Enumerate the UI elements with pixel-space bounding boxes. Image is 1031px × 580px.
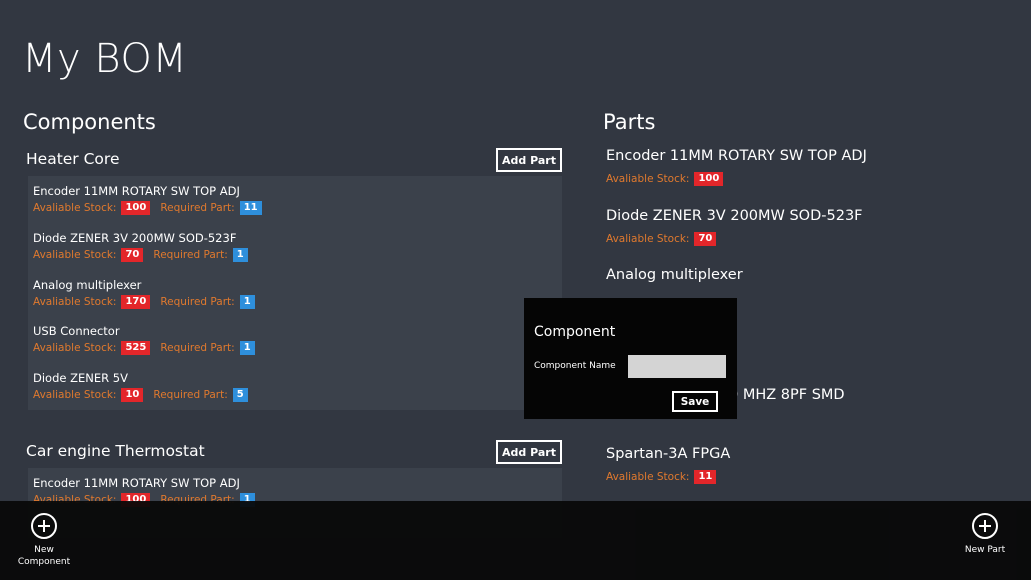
- stock-label: Avaliable Stock:: [606, 173, 690, 185]
- list-item[interactable]: Diode ZENER 5V Avaliable Stock: 10 Requi…: [28, 363, 562, 410]
- stock-label: Avaliable Stock:: [606, 232, 690, 245]
- new-part-button[interactable]: New Part: [952, 513, 1018, 556]
- save-button[interactable]: Save: [672, 391, 718, 412]
- required-label: Required Part:: [160, 295, 235, 308]
- new-component-label: New Component: [17, 545, 71, 567]
- stock-badge: 70: [694, 231, 717, 246]
- stock-row: Avaliable Stock: 100 Required Part: 11: [33, 201, 262, 215]
- required-badge: 5: [232, 388, 248, 403]
- required-badge: 1: [239, 341, 255, 356]
- component-part-list: Encoder 11MM ROTARY SW TOP ADJ Avaliable…: [28, 176, 562, 410]
- stock-label: Avaliable Stock:: [33, 202, 117, 214]
- component-name-input[interactable]: [628, 355, 726, 378]
- stock-badge: 100: [694, 172, 724, 186]
- stock-row: Avaliable Stock: 170 Required Part: 1: [33, 294, 255, 309]
- component-group-title: Heater Core: [26, 150, 120, 168]
- page-title: My BOM: [22, 36, 188, 82]
- list-item[interactable]: USB Connector Avaliable Stock: 525 Requi…: [28, 316, 562, 363]
- list-item[interactable]: Analog multiplexer Avaliable Stock: 170 …: [28, 270, 562, 317]
- part-name: Spartan-3A FPGA: [606, 446, 731, 463]
- required-label: Required Part:: [160, 202, 235, 214]
- part-name: USB Connector: [33, 324, 120, 339]
- required-badge: 1: [232, 247, 248, 262]
- part-name: Analog multiplexer: [606, 267, 743, 284]
- list-item[interactable]: Diode ZENER 3V 200MW SOD-523F Avaliable …: [606, 206, 1006, 266]
- new-component-button[interactable]: New Component: [11, 513, 77, 568]
- list-item[interactable]: Spartan-3A FPGA Avaliable Stock: 11: [606, 444, 1006, 504]
- stock-label: Avaliable Stock:: [33, 342, 117, 355]
- stock-badge: 525: [121, 341, 151, 356]
- add-icon: [972, 513, 998, 539]
- stock-label: Avaliable Stock:: [33, 389, 117, 402]
- stock-row: Avaliable Stock: 525 Required Part: 1: [33, 341, 255, 356]
- stock-badge: 100: [121, 201, 151, 215]
- component-group-title: Car engine Thermostat: [26, 442, 205, 460]
- list-item[interactable]: Encoder 11MM ROTARY SW TOP ADJ Avaliable…: [606, 146, 1006, 206]
- stock-label: Avaliable Stock:: [33, 295, 117, 308]
- part-name: Diode ZENER 3V 200MW SOD-523F: [606, 207, 863, 224]
- new-part-label: New Part: [964, 545, 1006, 555]
- part-name: Diode ZENER 5V: [33, 371, 128, 386]
- stock-badge: 70: [121, 247, 144, 262]
- required-label: Required Part:: [160, 342, 235, 355]
- stock-row: Avaliable Stock: 10 Required Part: 5: [33, 388, 248, 403]
- stock-label: Avaliable Stock:: [606, 471, 690, 484]
- part-name: 0 MHZ 8PF SMD: [729, 386, 845, 403]
- components-section-title: Components: [23, 110, 156, 134]
- add-icon: [31, 513, 57, 539]
- add-part-button[interactable]: Add Part: [496, 148, 562, 172]
- stock-badge: 10: [121, 388, 144, 403]
- list-item[interactable]: Encoder 11MM ROTARY SW TOP ADJ Avaliable…: [28, 176, 562, 223]
- part-name: Encoder 11MM ROTARY SW TOP ADJ: [33, 184, 240, 198]
- stock-row: Avaliable Stock: 70: [606, 231, 717, 246]
- required-badge: 1: [239, 294, 255, 309]
- add-part-button[interactable]: Add Part: [496, 440, 562, 464]
- stock-label: Avaliable Stock:: [33, 248, 117, 261]
- parts-section-title: Parts: [603, 110, 656, 134]
- required-label: Required Part:: [153, 248, 228, 261]
- list-item[interactable]: Diode ZENER 3V 200MW SOD-523F Avaliable …: [28, 223, 562, 270]
- required-label: Required Part:: [153, 389, 228, 402]
- stock-row: Avaliable Stock: 100: [606, 172, 724, 186]
- component-name-label: Component Name: [534, 361, 616, 371]
- app-bar: New Component New Part: [0, 501, 1031, 580]
- part-name: Analog multiplexer: [33, 277, 142, 292]
- dialog-title: Component: [534, 324, 616, 340]
- stock-badge: 170: [121, 294, 151, 309]
- part-name: Encoder 11MM ROTARY SW TOP ADJ: [606, 148, 867, 164]
- part-name: Encoder 11MM ROTARY SW TOP ADJ: [33, 476, 240, 490]
- component-dialog: Component Component Name Save: [524, 298, 737, 419]
- stock-row: Avaliable Stock: 70 Required Part: 1: [33, 247, 248, 262]
- stock-row: Avaliable Stock: 11: [606, 470, 717, 485]
- part-name: Diode ZENER 3V 200MW SOD-523F: [33, 230, 237, 245]
- required-badge: 11: [239, 201, 262, 215]
- stock-badge: 11: [694, 470, 717, 485]
